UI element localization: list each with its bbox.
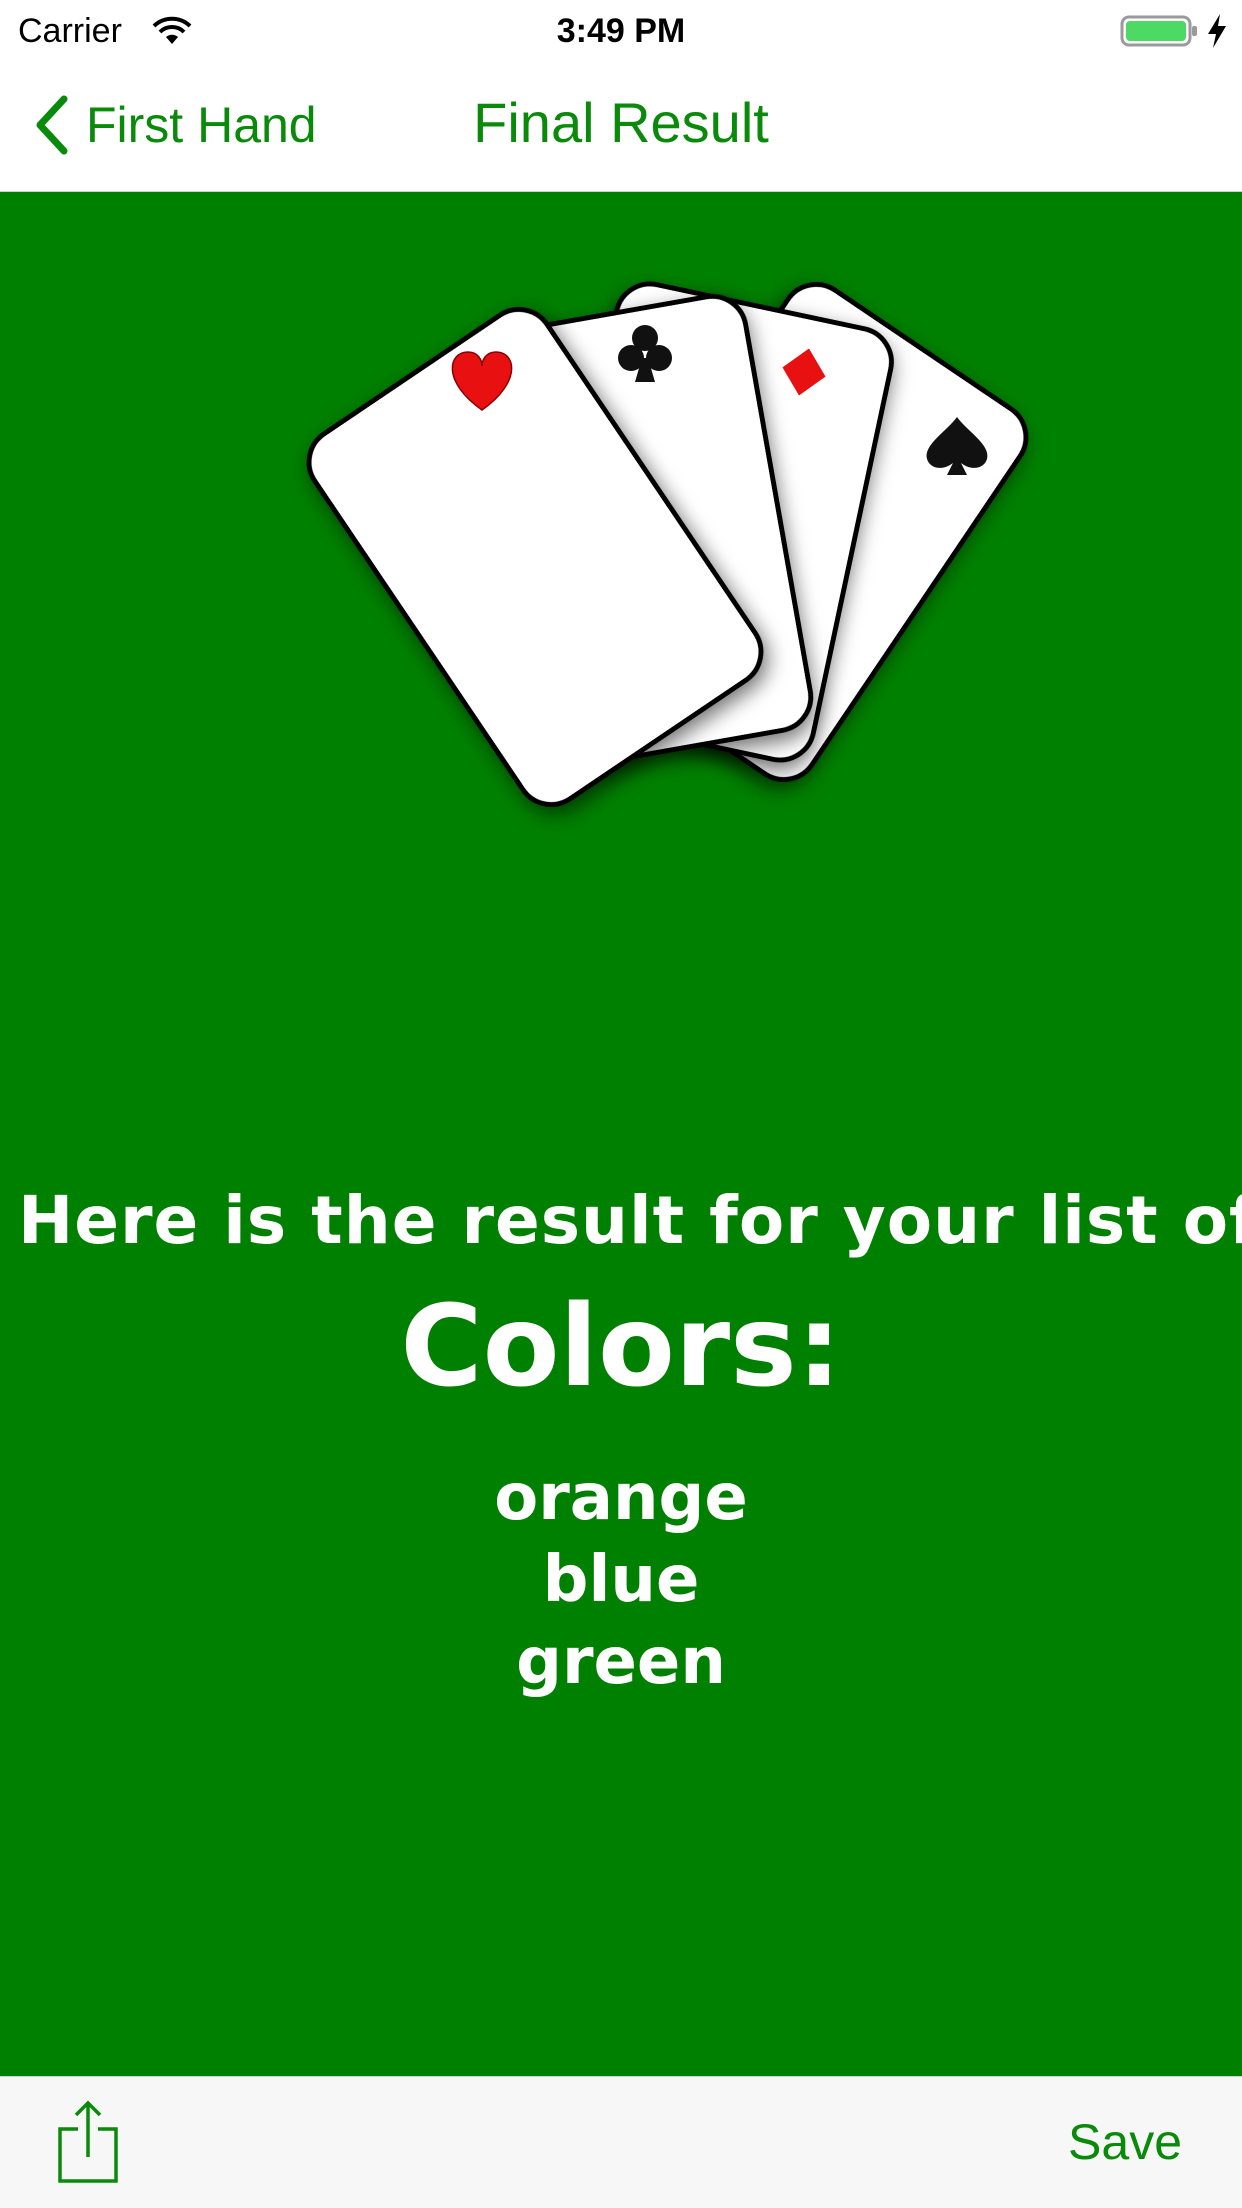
bottom-toolbar: Save — [0, 2076, 1242, 2208]
list-item: orange — [494, 1461, 748, 1535]
playing-cards-illustration — [0, 192, 1242, 892]
status-time: 3:49 PM — [556, 12, 686, 50]
status-bar: Carrier 3:49 PM — [0, 0, 1242, 60]
save-button[interactable]: Save — [1068, 2113, 1182, 2171]
result-list: orange blue green — [0, 1457, 1242, 1703]
share-icon[interactable] — [56, 2099, 120, 2185]
result-intro-text: Here is the result for your list of — [18, 1182, 1242, 1259]
page-title: Final Result — [473, 91, 769, 154]
battery-charging-icon — [1120, 15, 1197, 47]
list-item: green — [516, 1625, 726, 1699]
navigation-bar: First Hand Final Result — [0, 60, 1242, 192]
charging-bolt-icon — [1208, 14, 1226, 48]
result-category-heading: Colors: — [400, 1282, 842, 1412]
list-item: blue — [542, 1543, 700, 1617]
result-view: Here is the result for your list of Colo… — [0, 192, 1242, 2076]
